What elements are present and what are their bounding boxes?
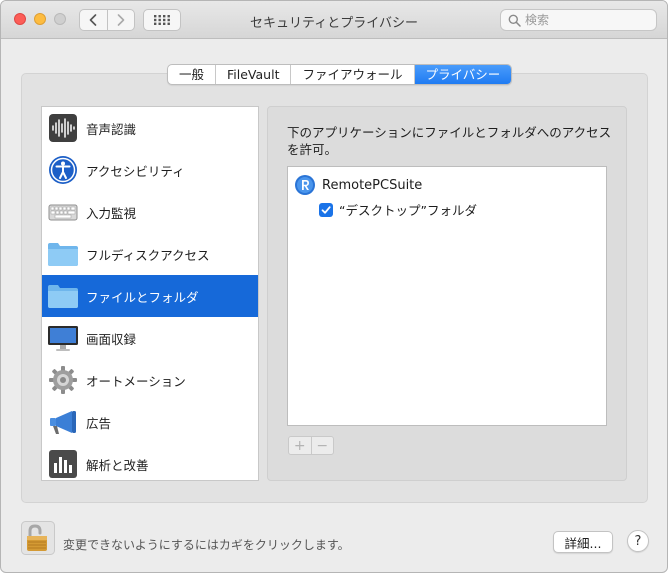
title-bar: セキュリティとプライバシー (1, 1, 667, 39)
lock-hint-text: 変更できないようにするにはカギをクリックします。 (63, 538, 350, 552)
permission-description: 下のアプリケーションにファイルとフォルダへのアクセスを許可。 (287, 125, 612, 157)
tab-general[interactable]: 一般 (168, 65, 217, 84)
remove-button[interactable]: − (310, 437, 334, 454)
category-speech-recognition[interactable]: 音声認識 (42, 107, 258, 149)
add-remove-control: + − (288, 436, 334, 455)
search-field[interactable] (500, 9, 657, 31)
app-name: RemotePCSuite (322, 177, 423, 193)
bar-chart-icon (46, 447, 80, 481)
tab-filevault[interactable]: FileVault (216, 65, 292, 84)
category-label: 解析と改善 (86, 457, 149, 473)
category-label: 入力監視 (86, 205, 137, 221)
display-icon (46, 321, 80, 355)
keyboard-icon (46, 195, 80, 229)
category-label: オートメーション (86, 373, 186, 389)
tab-firewall[interactable]: ファイアウォール (291, 65, 415, 84)
privacy-category-list: 音声認識 アクセシビリティ 入力監視 フルディスクアクセス ファイルとフォルダ … (41, 106, 259, 481)
add-button[interactable]: + (289, 437, 311, 454)
category-full-disk-access[interactable]: フルディスクアクセス (42, 233, 258, 275)
preferences-window: セキュリティとプライバシー 一般 FileVault ファイアウォール プライバ… (0, 0, 668, 573)
help-button[interactable]: ? (627, 530, 649, 552)
accessibility-icon (46, 153, 80, 187)
list-item[interactable]: “デスクトップ”フォルダ (319, 200, 477, 219)
category-label: アクセシビリティ (86, 163, 185, 179)
search-icon (508, 14, 521, 27)
search-input[interactable] (525, 12, 650, 28)
permission-label: “デスクトップ”フォルダ (339, 203, 477, 218)
category-label: 画面収録 (86, 331, 137, 347)
lock-button[interactable] (21, 521, 55, 555)
category-analytics[interactable]: 解析と改善 (42, 443, 258, 485)
folder-icon (46, 237, 80, 271)
category-automation[interactable]: オートメーション (42, 359, 258, 401)
app-permission-list[interactable]: RemotePCSuite “デスクトップ”フォルダ (287, 166, 607, 426)
category-advertising[interactable]: 広告 (42, 401, 258, 443)
category-input-monitoring[interactable]: 入力監視 (42, 191, 258, 233)
category-label: 広告 (86, 415, 112, 431)
category-label: ファイルとフォルダ (86, 289, 199, 305)
tab-bar: 一般 FileVault ファイアウォール プライバシー (167, 64, 513, 85)
megaphone-icon (46, 405, 80, 439)
remotepc-app-icon (295, 175, 315, 195)
speech-recognition-icon (46, 111, 80, 145)
list-item[interactable]: RemotePCSuite (294, 174, 422, 196)
checkmark-icon (321, 205, 331, 214)
folder-icon (46, 279, 80, 313)
category-label: 音声認識 (86, 121, 137, 137)
category-screen-recording[interactable]: 画面収録 (42, 317, 258, 359)
tab-privacy[interactable]: プライバシー (414, 65, 512, 84)
category-files-and-folders[interactable]: ファイルとフォルダ (42, 275, 258, 317)
details-button[interactable]: 詳細... (553, 531, 613, 553)
category-accessibility[interactable]: アクセシビリティ (42, 149, 258, 191)
gear-icon (46, 363, 80, 397)
unlocked-padlock-icon (21, 521, 55, 555)
category-label: フルディスクアクセス (86, 247, 210, 263)
desktop-folder-checkbox[interactable] (319, 202, 333, 217)
